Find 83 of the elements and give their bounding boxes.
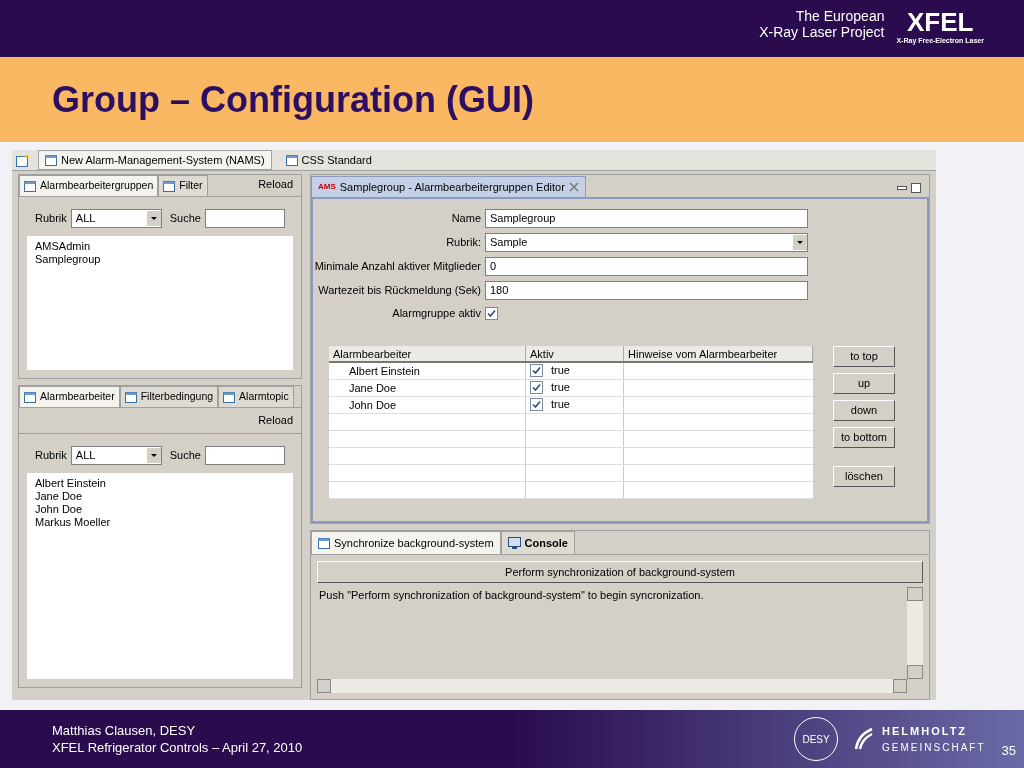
reload-button[interactable]: Reload <box>258 412 293 429</box>
table-cell-text: true <box>551 363 570 379</box>
window-icon <box>163 180 176 192</box>
helmholtz-text: HELMHOLTZ <box>882 724 969 740</box>
list-item[interactable]: Samplegroup <box>35 253 285 266</box>
caret-icon <box>793 235 807 250</box>
field-label: Minimale Anzahl aktiver Mitglieder <box>313 259 481 275</box>
action-button[interactable]: down <box>833 399 895 421</box>
window-icon <box>24 391 36 403</box>
list-item[interactable]: AMSAdmin <box>35 240 285 253</box>
action-button[interactable]: löschen <box>833 465 895 487</box>
list-item[interactable]: Markus Moeller <box>35 515 285 529</box>
input-field[interactable]: Samplegroup <box>485 209 808 228</box>
caret-icon <box>146 447 161 463</box>
tab[interactable]: Console <box>500 531 575 554</box>
action-button[interactable]: up <box>833 372 895 394</box>
perspective-icon[interactable] <box>16 153 30 167</box>
ams-label: AMS <box>318 183 336 191</box>
rubrik-dropdown[interactable]: ALL <box>70 445 162 465</box>
search-field[interactable] <box>204 209 285 228</box>
field-label: Alarmgruppe aktiv <box>391 306 481 321</box>
tab[interactable]: Alarmbearbeiter <box>19 386 120 407</box>
rubrik-dropdown[interactable]: ALL <box>70 209 162 228</box>
editor-tab[interactable]: AMS Samplegroup - Alarmbearbeitergruppen Editor <box>311 176 586 197</box>
page-number: 35 <box>1001 741 1016 760</box>
perspective-tab[interactable]: CSS Standard <box>279 150 378 170</box>
reload-button[interactable]: Reload <box>258 175 293 192</box>
footer-text: Matthias Clausen, DESY <box>52 722 197 739</box>
horizontal-scrollbar[interactable] <box>317 679 907 693</box>
xfel-logo: XFEL <box>907 8 974 36</box>
window-icon <box>223 391 236 403</box>
column-header[interactable]: Alarmbearbeiter <box>329 345 526 361</box>
column-header[interactable]: Aktiv <box>526 345 624 361</box>
list-item[interactable]: Albert Einstein <box>35 476 285 490</box>
close-icon[interactable] <box>568 182 579 192</box>
table-cell-text: true <box>551 380 570 396</box>
checkbox[interactable] <box>485 306 498 320</box>
tab[interactable]: Filter <box>158 175 208 196</box>
helmholtz-text: GEMEINSCHAFT <box>882 740 986 755</box>
checkbox[interactable] <box>530 381 543 394</box>
search-field[interactable] <box>204 445 285 465</box>
caret-icon <box>146 211 161 226</box>
rubrik-label: Rubrik <box>35 447 67 463</box>
column-header[interactable]: Hinweise vom Alarmbearbeiter <box>624 345 813 361</box>
input-field[interactable]: 0 <box>485 257 808 276</box>
field-label: Wartezeit bis Rückmeldung (Sek) <box>317 283 481 299</box>
helmholtz-logo-icon <box>854 727 875 751</box>
table-cell: John Doe <box>349 398 397 411</box>
message-text: Push "Perform synchronization of background-system" to begin syncronization. <box>318 588 705 603</box>
action-button[interactable]: to top <box>833 345 895 367</box>
list-item[interactable]: John Doe <box>35 502 285 516</box>
window-icon <box>124 391 137 403</box>
table-cell: Jane Doe <box>349 381 397 394</box>
organization-text: The European <box>795 8 885 24</box>
organization-text: X-Ray Laser Project <box>759 24 885 40</box>
list-item[interactable]: Jane Doe <box>35 489 285 503</box>
vertical-scrollbar[interactable] <box>907 587 923 679</box>
checkbox[interactable] <box>530 398 543 411</box>
rubrik-dropdown[interactable]: Sample <box>485 233 808 252</box>
maximize-icon[interactable] <box>911 183 921 193</box>
tab[interactable]: Alarmbearbeitergruppen <box>19 175 159 196</box>
input-field[interactable]: 180 <box>485 281 808 300</box>
slide-title: Group – Configuration (GUI) <box>52 77 534 122</box>
rubrik-label: Rubrik <box>35 211 67 227</box>
tab[interactable]: Filterbedingung <box>119 386 219 407</box>
window-icon <box>318 537 330 549</box>
monitor-icon <box>507 537 521 549</box>
tab[interactable]: Synchronize background-system <box>311 531 501 554</box>
action-button[interactable]: to bottom <box>833 426 895 448</box>
window-icon <box>24 180 36 192</box>
window-icon <box>45 154 57 166</box>
checkbox[interactable] <box>530 364 543 377</box>
synchronize-button[interactable]: Perform synchronization of background-system <box>317 561 923 583</box>
footer-text: XFEL Refrigerator Controls – April 27, 2010 <box>52 739 304 756</box>
field-label: Name <box>450 211 481 227</box>
table-cell: Albert Einstein <box>349 364 420 377</box>
table-cell-text: true <box>551 397 570 413</box>
window-icon <box>285 154 298 166</box>
search-label: Suche <box>169 211 201 227</box>
search-label: Suche <box>169 447 201 463</box>
perspective-tab[interactable]: New Alarm-Management-System (NAMS) <box>38 150 272 170</box>
tab[interactable]: Alarmtopic <box>218 386 294 407</box>
field-label: Rubrik: <box>445 235 481 251</box>
